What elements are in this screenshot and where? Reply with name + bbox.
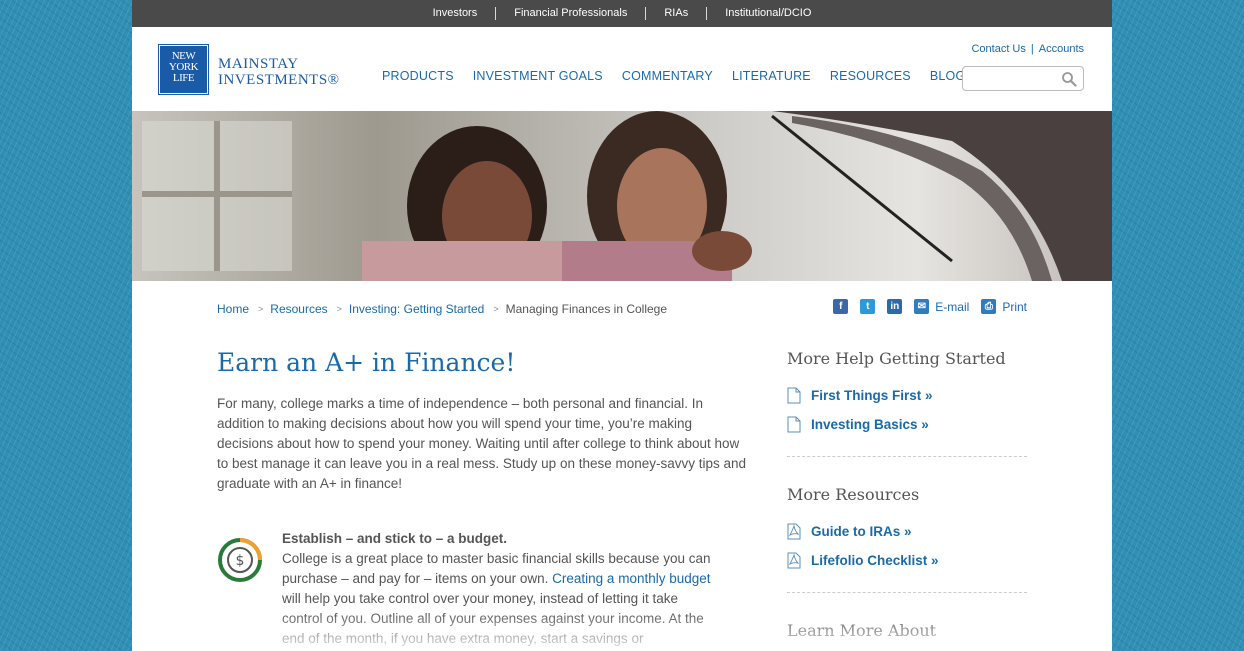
utility-link-investors[interactable]: Investors xyxy=(415,7,496,20)
budget-tip-text-cont: will help you take control over your mon… xyxy=(282,591,704,646)
sidebar-item: Investing Basics » xyxy=(787,410,1027,439)
facebook-icon[interactable]: f xyxy=(833,299,849,314)
article-headline: Earn an A+ in Finance! xyxy=(217,348,516,377)
top-links: Contact Us | Accounts xyxy=(971,43,1084,55)
site-header: NEW YORK LIFE MAINSTAY INVESTMENTS® PROD… xyxy=(132,27,1112,111)
first-things-first-link[interactable]: First Things First » xyxy=(811,388,933,403)
budget-dollar-icon: $ xyxy=(218,538,262,582)
linkedin-icon[interactable]: in xyxy=(887,299,903,314)
breadcrumb: Home > Resources > Investing: Getting St… xyxy=(217,302,667,316)
sidebar-divider xyxy=(787,592,1027,593)
nav-literature[interactable]: LITERATURE xyxy=(732,69,811,83)
brand-line-1: MAINSTAY xyxy=(218,56,299,72)
email-icon[interactable]: ✉ xyxy=(914,299,930,314)
nav-investment-goals[interactable]: INVESTMENT GOALS xyxy=(473,69,603,83)
breadcrumb-chevron-icon: > xyxy=(336,304,342,314)
sidebar-item: Guide to IRAs » xyxy=(787,517,1027,546)
accounts-link[interactable]: Accounts xyxy=(1039,43,1084,55)
search-icon[interactable] xyxy=(1061,71,1077,87)
sidebar-heading-learn-more: Learn More About xyxy=(787,621,937,640)
nav-products[interactable]: PRODUCTS xyxy=(382,69,454,83)
sidebar-list: First Things First » Investing Basics » xyxy=(787,381,1027,439)
page-container: Investors Financial Professionals RIAs I… xyxy=(132,0,1112,651)
sidebar-item: First Things First » xyxy=(787,381,1027,410)
print-link[interactable]: Print xyxy=(1002,300,1027,314)
nav-blog[interactable]: BLOG xyxy=(930,69,966,83)
sidebar-heading-more-resources: More Resources xyxy=(787,485,920,504)
breadcrumb-chevron-icon: > xyxy=(258,304,264,314)
article-main: Earn an A+ in Finance! For many, college… xyxy=(217,345,747,649)
sidebar: More Help Getting Started First Things F… xyxy=(787,346,1027,644)
breadcrumb-resources[interactable]: Resources xyxy=(270,302,327,316)
utility-link-rias[interactable]: RIAs xyxy=(646,7,706,20)
budget-tip-body: College is a great place to master basic… xyxy=(282,549,712,649)
document-icon xyxy=(787,387,801,404)
nav-resources[interactable]: RESOURCES xyxy=(830,69,911,83)
pdf-icon xyxy=(787,552,801,569)
search-input[interactable] xyxy=(962,66,1084,91)
print-icon[interactable]: ⎙ xyxy=(981,299,997,314)
utility-link-institutional[interactable]: Institutional/DCIO xyxy=(707,7,829,20)
sidebar-heading-getting-started: More Help Getting Started xyxy=(787,349,1006,368)
sidebar-list: Guide to IRAs » Lifefolio Checklist » xyxy=(787,517,1027,575)
lifefolio-checklist-link[interactable]: Lifefolio Checklist » xyxy=(811,553,939,568)
sidebar-item: Lifefolio Checklist » xyxy=(787,546,1027,575)
mainstay-logo-text[interactable]: MAINSTAY INVESTMENTS® xyxy=(218,56,340,88)
twitter-icon[interactable]: t xyxy=(860,299,876,314)
hero-image xyxy=(132,111,1112,281)
investing-basics-link[interactable]: Investing Basics » xyxy=(811,417,929,432)
svg-text:$: $ xyxy=(236,553,245,569)
brand-line-2: INVESTMENTS® xyxy=(218,72,340,88)
guide-to-iras-link[interactable]: Guide to IRAs » xyxy=(811,524,912,539)
budget-tip-title: Establish – and stick to – a budget. xyxy=(282,531,508,546)
new-york-life-logo[interactable]: NEW YORK LIFE xyxy=(158,44,209,95)
document-icon xyxy=(787,416,801,433)
create-budget-link[interactable]: Creating a monthly budget xyxy=(552,571,710,586)
breadcrumb-home[interactable]: Home xyxy=(217,302,249,316)
hero-photo-illustration xyxy=(132,111,1112,281)
utility-link-financial-professionals[interactable]: Financial Professionals xyxy=(496,7,645,20)
breadcrumb-chevron-icon: > xyxy=(493,304,499,314)
utility-nav: Investors Financial Professionals RIAs I… xyxy=(132,0,1112,27)
sidebar-divider xyxy=(787,456,1027,457)
breadcrumb-investing-getting-started[interactable]: Investing: Getting Started xyxy=(349,302,484,316)
logo-mark-line: LIFE xyxy=(172,72,195,84)
top-links-separator: | xyxy=(1030,43,1034,55)
budget-tip: $ Establish – and stick to – a budget. C… xyxy=(217,529,747,649)
article-intro: For many, college marks a time of indepe… xyxy=(217,396,747,491)
nav-commentary[interactable]: COMMENTARY xyxy=(622,69,713,83)
pdf-icon xyxy=(787,523,801,540)
contact-us-link[interactable]: Contact Us xyxy=(971,43,1025,55)
email-link[interactable]: E-mail xyxy=(935,300,969,314)
main-nav: PRODUCTS INVESTMENT GOALS COMMENTARY LIT… xyxy=(382,69,984,83)
share-bar: f t in ✉ E-mail ⎙ Print xyxy=(821,299,1027,314)
breadcrumb-current: Managing Finances in College xyxy=(505,302,668,316)
